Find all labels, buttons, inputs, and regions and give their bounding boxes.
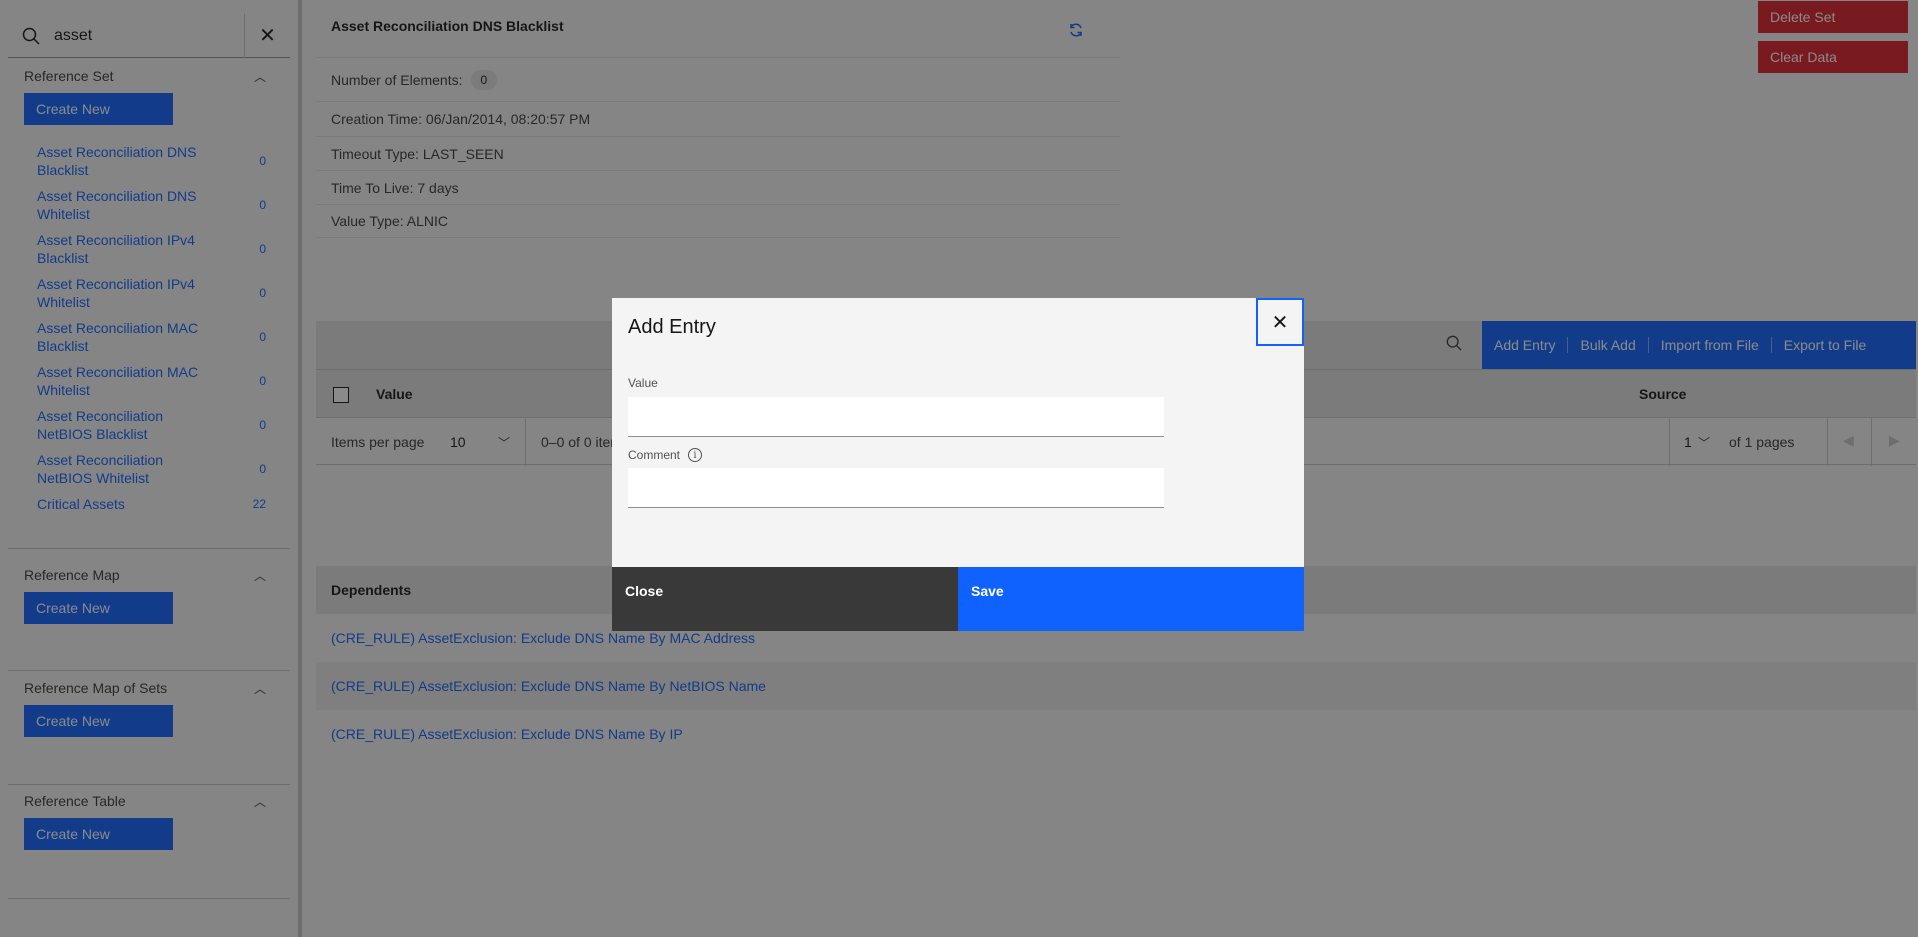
comment-input[interactable] <box>628 468 1164 508</box>
info-icon[interactable]: i <box>688 448 703 462</box>
comment-label: Comment i <box>628 448 703 462</box>
value-label: Value <box>628 376 658 390</box>
modal-title: Add Entry <box>628 316 716 338</box>
value-input[interactable] <box>628 397 1164 437</box>
modal-footer: Close Save <box>612 567 1304 631</box>
save-button[interactable]: Save <box>958 567 1304 631</box>
add-entry-modal: Add Entry ✕ Value Comment i Close Save <box>612 298 1304 631</box>
comment-label-text: Comment <box>628 448 681 462</box>
value-label-text: Value <box>628 376 658 390</box>
close-button[interactable]: Close <box>612 567 958 631</box>
close-icon[interactable]: ✕ <box>1256 298 1304 346</box>
